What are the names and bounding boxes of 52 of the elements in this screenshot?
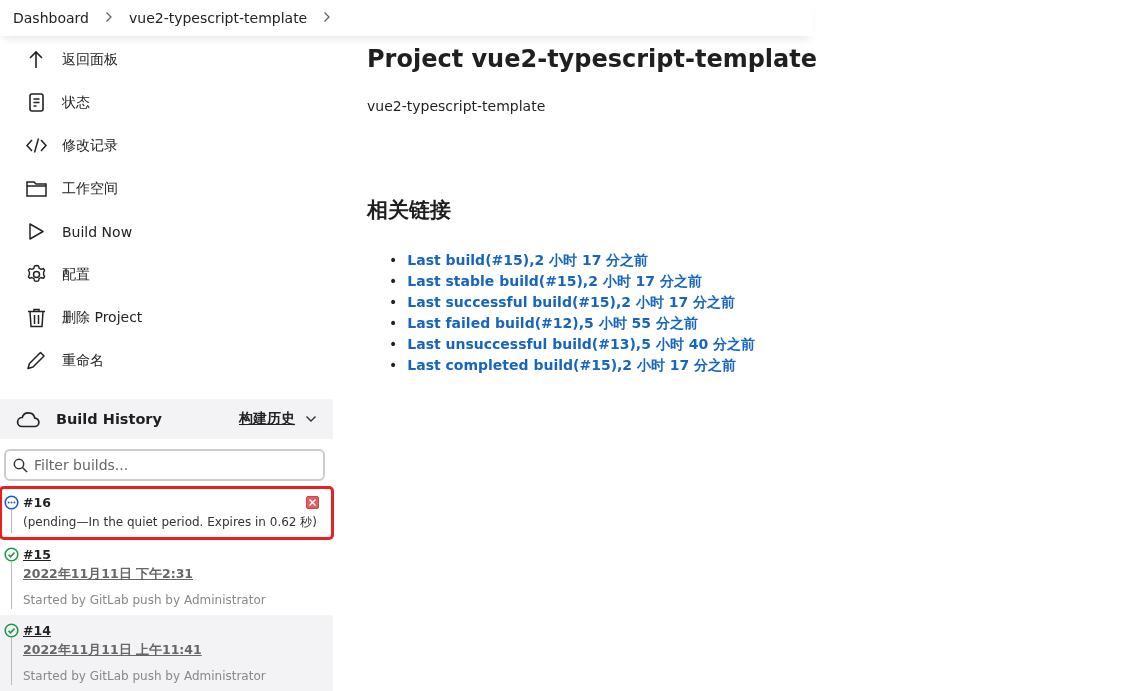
build-cause: Started by GitLab push by Administrator	[23, 669, 267, 683]
bullet: •	[389, 272, 398, 291]
settings-icon	[26, 264, 47, 285]
pending-message: (pending—In the quiet period. Expires in 0.62 秒)	[23, 514, 318, 531]
permalink[interactable]: Last completed build(#15),2 小时 17 分之前	[407, 355, 737, 376]
folder-icon	[26, 178, 47, 199]
build-row[interactable]: #14 2022年11月11日 上午11:41 Started by GitLab push by Administrator	[0, 615, 333, 691]
permalink[interactable]: Last unsuccessful build(#13),5 小时 40 分之前	[407, 334, 756, 355]
sidebar-item[interactable]: 状态	[0, 81, 336, 124]
permalink[interactable]: Last build(#15),2 小时 17 分之前	[407, 250, 649, 271]
trash-icon	[26, 307, 47, 328]
pending-icon	[4, 495, 19, 510]
success-icon	[4, 547, 19, 562]
sidebar-item[interactable]: 重命名	[0, 339, 336, 382]
build-number[interactable]: #15	[23, 547, 51, 562]
sidebar-item[interactable]: 配置	[0, 253, 336, 296]
trend-link[interactable]: 构建历史	[239, 410, 295, 428]
permalink[interactable]: Last failed build(#12),5 小时 55 分之前	[407, 313, 698, 334]
breadcrumb-link[interactable]: Dashboard	[13, 10, 89, 26]
filter-field[interactable]: Filter builds...	[4, 449, 325, 481]
build-row[interactable]: #16 (pending—In the quiet period. Expires in 0.62 秒)	[0, 487, 333, 539]
page-title: Project vue2-typescript-template	[367, 44, 817, 75]
build-cause: Started by GitLab push by Administrator	[23, 593, 267, 607]
search-icon	[13, 458, 28, 473]
sidebar-item[interactable]: Build Now	[0, 210, 336, 253]
sidebar-item[interactable]: 删除 Project	[0, 296, 336, 339]
cloud-icon	[16, 410, 40, 428]
bullet: •	[389, 251, 398, 270]
project-description: vue2-typescript-template	[367, 98, 547, 114]
build-number[interactable]: #14	[23, 623, 51, 638]
success-icon	[4, 623, 19, 638]
section-heading: 相关链接	[367, 197, 452, 224]
play-icon	[26, 221, 47, 242]
cancel-icon[interactable]	[306, 496, 319, 509]
bullet: •	[389, 293, 398, 312]
chevron-down-icon[interactable]	[305, 415, 317, 423]
bullet: •	[389, 335, 398, 354]
build-date-link[interactable]: 2022年11月11日 下午2:31	[23, 566, 327, 583]
build-date-link[interactable]: 2022年11月11日 上午11:41	[23, 642, 327, 659]
permalink[interactable]: Last stable build(#15),2 小时 17 分之前	[407, 271, 702, 292]
build-history-title: Build History	[56, 411, 163, 427]
build-number: #16	[23, 495, 51, 510]
bullet: •	[389, 356, 398, 375]
pencil-icon	[26, 350, 47, 371]
sidebar-item[interactable]: 修改记录	[0, 124, 336, 167]
breadcrumb-link[interactable]: vue2-typescript-template	[128, 10, 308, 26]
build-row[interactable]: #15 2022年11月11日 下午2:31 Started by GitLab push by Administrator	[0, 539, 333, 615]
document-icon	[26, 92, 47, 113]
bullet: •	[389, 314, 398, 333]
permalink[interactable]: Last successful build(#15),2 小时 17 分之前	[407, 292, 736, 313]
sidebar-item[interactable]: 返回面板	[0, 38, 336, 81]
sidebar-item[interactable]: 工作空间	[0, 167, 336, 210]
